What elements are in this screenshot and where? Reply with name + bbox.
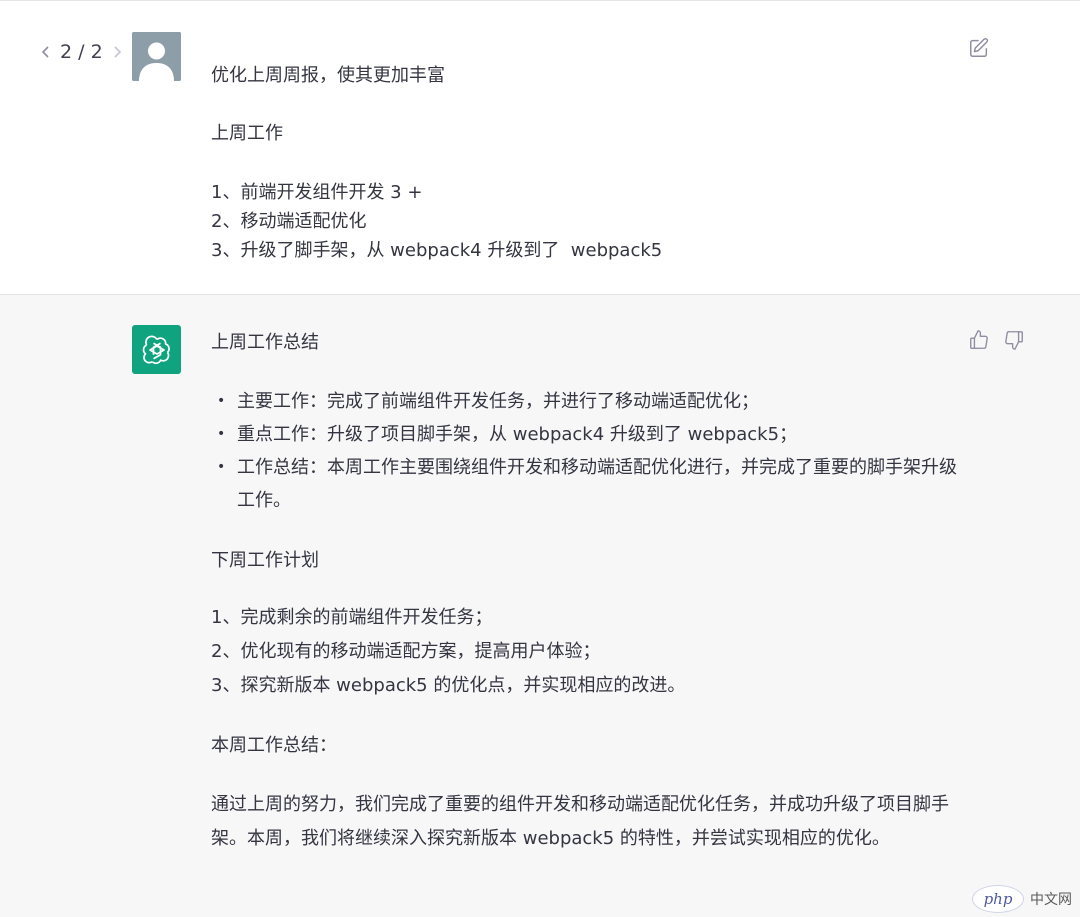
plan-heading: 下周工作计划 (211, 550, 319, 571)
user-silhouette-icon (132, 32, 181, 81)
user-list-item: 2、移动端适配优化 (211, 211, 367, 232)
plan-item: 3、探究新版本 webpack5 的优化点，并实现相应的改进。 (211, 675, 686, 696)
pager-label: 2 / 2 (60, 41, 103, 63)
plan-item: 2、优化现有的移动端适配方案，提高用户体验； (211, 641, 601, 662)
chat-page: 2 / 2 优化上周周报，使其更加丰富 上周工作 1、前端开发组件开发 3 + … (0, 0, 1080, 917)
list-item: 主要工作：完成了前端组件开发任务，并进行了移动端适配优化； (211, 385, 971, 418)
response-pager: 2 / 2 (40, 41, 123, 63)
user-prompt-title: 优化上周周报，使其更加丰富 (211, 65, 445, 86)
summary-heading: 上周工作总结 (211, 332, 319, 353)
user-avatar (132, 32, 181, 81)
thumbs-down-icon[interactable] (1003, 329, 1025, 351)
site-watermark: php 中文网 (972, 885, 1072, 913)
assistant-avatar (132, 325, 181, 374)
chevron-right-icon[interactable] (111, 46, 123, 58)
watermark-text: 中文网 (1030, 892, 1072, 908)
list-item: 工作总结：本周工作主要围绕组件开发和移动端适配优化进行，并完成了重要的脚手架升级… (211, 451, 971, 517)
list-item: 重点工作：升级了项目脚手架，从 webpack4 升级到了 webpack5； (211, 418, 971, 451)
user-list-item: 1、前端开发组件开发 3 + (211, 182, 423, 203)
php-logo: php (972, 885, 1024, 913)
week-summary-heading: 本周工作总结： (211, 735, 337, 756)
user-message: 2 / 2 优化上周周报，使其更加丰富 上周工作 1、前端开发组件开发 3 + … (0, 1, 1080, 295)
user-list-item: 3、升级了脚手架，从 webpack4 升级到了 webpack5 (211, 240, 663, 261)
plan-item: 1、完成剩余的前端组件开发任务； (211, 607, 493, 628)
chevron-left-icon[interactable] (40, 46, 52, 58)
closing-paragraph: 通过上周的努力，我们完成了重要的组件开发和移动端适配优化任务，并成功升级了项目脚… (211, 794, 949, 849)
openai-logo-icon (142, 335, 170, 364)
thumbs-up-icon[interactable] (968, 329, 990, 351)
summary-bullet-list: 主要工作：完成了前端组件开发任务，并进行了移动端适配优化； 重点工作：升级了项目… (211, 385, 971, 517)
user-section-heading: 上周工作 (211, 123, 283, 144)
assistant-message: 上周工作总结 主要工作：完成了前端组件开发任务，并进行了移动端适配优化； 重点工… (0, 295, 1080, 917)
edit-icon[interactable] (968, 37, 990, 59)
